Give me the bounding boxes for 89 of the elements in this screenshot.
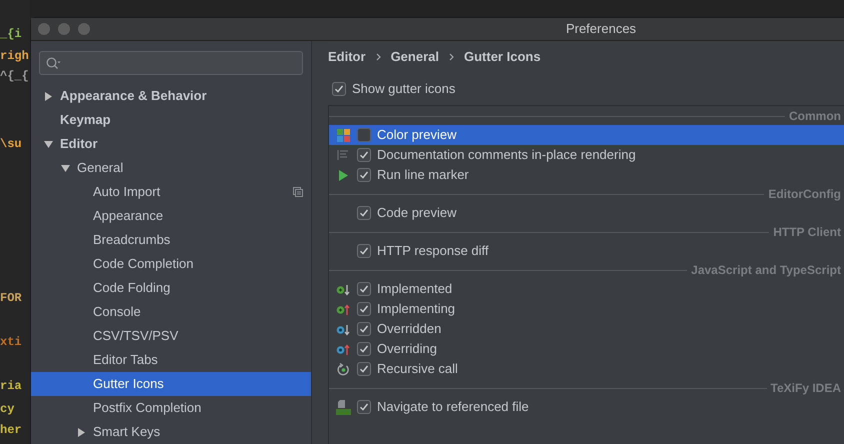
checkbox[interactable] — [357, 322, 371, 336]
gutter-option-row[interactable]: HTTP response diff — [329, 241, 844, 261]
window-title: Preferences — [564, 20, 638, 38]
group-title: EditorConfig — [767, 186, 842, 203]
chevron-icon — [448, 53, 454, 61]
implemented-icon — [336, 282, 350, 296]
gutter-option-row[interactable]: Navigate to referenced file — [329, 397, 844, 417]
sidebar-item[interactable]: Editor — [31, 132, 311, 156]
gutter-option-row[interactable]: Recursive call — [329, 359, 844, 379]
sidebar-item[interactable]: Gutter Icons — [31, 372, 311, 396]
code-fragment: \su — [0, 136, 23, 153]
show-gutter-icons-option[interactable]: Show gutter icons — [328, 73, 844, 105]
checkbox[interactable] — [357, 362, 371, 376]
gutter-option-row[interactable]: Documentation comments in-place rendering — [329, 145, 844, 165]
checkbox[interactable] — [357, 302, 371, 316]
option-label: Run line marker — [377, 166, 469, 184]
gutter-option-row[interactable]: Overriding — [329, 339, 844, 359]
expanded-arrow-icon[interactable] — [61, 164, 70, 172]
checkbox[interactable] — [357, 128, 371, 142]
checkbox[interactable] — [332, 82, 346, 96]
search-icon — [46, 56, 61, 70]
sidebar-item[interactable]: Keymap — [31, 108, 311, 132]
check-icon — [359, 208, 369, 218]
code-fragment: xti — [0, 334, 23, 351]
option-label: Overriding — [377, 340, 437, 358]
checkbox[interactable] — [357, 206, 371, 220]
group-title: HTTP Client — [772, 224, 842, 241]
code-fragment: ^{_{ — [0, 68, 30, 85]
option-label: Color preview — [377, 126, 456, 144]
check-icon — [359, 402, 369, 412]
sidebar-item[interactable]: General — [31, 156, 311, 180]
tex-file-icon — [336, 400, 350, 414]
palette-icon — [336, 128, 350, 142]
code-fragment: cy — [0, 401, 16, 418]
option-label: Code preview — [377, 204, 456, 222]
gutter-option-row[interactable]: Implemented — [329, 279, 844, 299]
check-icon — [334, 84, 344, 94]
gutter-option-row[interactable]: Color preview — [329, 125, 844, 145]
check-icon — [359, 246, 369, 256]
code-fragment: FOR — [0, 290, 23, 307]
sidebar-item[interactable]: Code Completion — [31, 252, 311, 276]
sidebar-item[interactable]: Console — [31, 300, 311, 324]
gutter-option-row[interactable]: Implementing — [329, 299, 844, 319]
checkbox[interactable] — [357, 282, 371, 296]
sidebar-item[interactable]: Code Folding — [31, 276, 311, 300]
chevron-icon — [376, 53, 381, 61]
sidebar-item[interactable]: Appearance & Behavior — [31, 84, 311, 108]
checkbox[interactable] — [357, 400, 371, 414]
expanded-arrow-icon[interactable] — [44, 140, 53, 148]
option-label: Overridden — [377, 320, 442, 338]
collapsed-arrow-icon[interactable] — [44, 92, 53, 100]
run-icon — [338, 170, 348, 180]
search-field[interactable] — [39, 51, 303, 75]
lines-icon — [337, 150, 349, 160]
group-title: JavaScript and TypeScript — [690, 262, 842, 279]
code-fragment: her — [0, 422, 23, 439]
implementing-icon — [336, 302, 350, 316]
sidebar-item[interactable]: Postfix Completion — [31, 396, 311, 420]
breadcrumb-item[interactable]: General — [390, 47, 439, 67]
sidebar-item[interactable]: CSV/TSV/PSV — [31, 324, 311, 348]
option-label: Implemented — [377, 280, 452, 298]
code-fragment: ria — [0, 378, 23, 395]
gutter-option-row[interactable]: Code preview — [329, 203, 844, 223]
sidebar-item[interactable]: Appearance — [31, 204, 311, 228]
overridden-icon — [336, 322, 350, 336]
option-label: Recursive call — [377, 360, 458, 378]
group-title: TeXiFy IDEA — [770, 380, 842, 397]
breadcrumb-item[interactable]: Editor — [328, 47, 366, 67]
gutter-option-row[interactable]: Overridden — [329, 319, 844, 339]
breadcrumb-item[interactable]: Gutter Icons — [464, 47, 541, 67]
code-fragment: _{i — [0, 26, 23, 43]
sidebar-item[interactable]: Editor Tabs — [31, 348, 311, 372]
sidebar-item[interactable]: Auto Import — [31, 180, 311, 204]
checkbox[interactable] — [357, 342, 371, 356]
gutter-option-row[interactable]: Run line marker — [329, 165, 844, 185]
option-label: Navigate to referenced file — [377, 398, 529, 416]
sidebar-item[interactable]: Breadcrumbs — [31, 228, 311, 252]
overriding-icon — [336, 342, 350, 356]
option-label: Documentation comments in-place rendering — [377, 146, 636, 164]
code-fragment: righ — [0, 48, 30, 65]
recursive-icon — [336, 362, 350, 376]
collapsed-arrow-icon[interactable] — [77, 428, 86, 436]
group-title: Common — [788, 108, 842, 125]
checkbox[interactable] — [357, 244, 371, 258]
option-label: Implementing — [377, 300, 456, 318]
sidebar-item[interactable]: Smart Keys — [31, 420, 311, 444]
option-label: HTTP response diff — [377, 242, 489, 260]
checkbox[interactable] — [357, 168, 371, 182]
checkbox[interactable] — [357, 148, 371, 162]
